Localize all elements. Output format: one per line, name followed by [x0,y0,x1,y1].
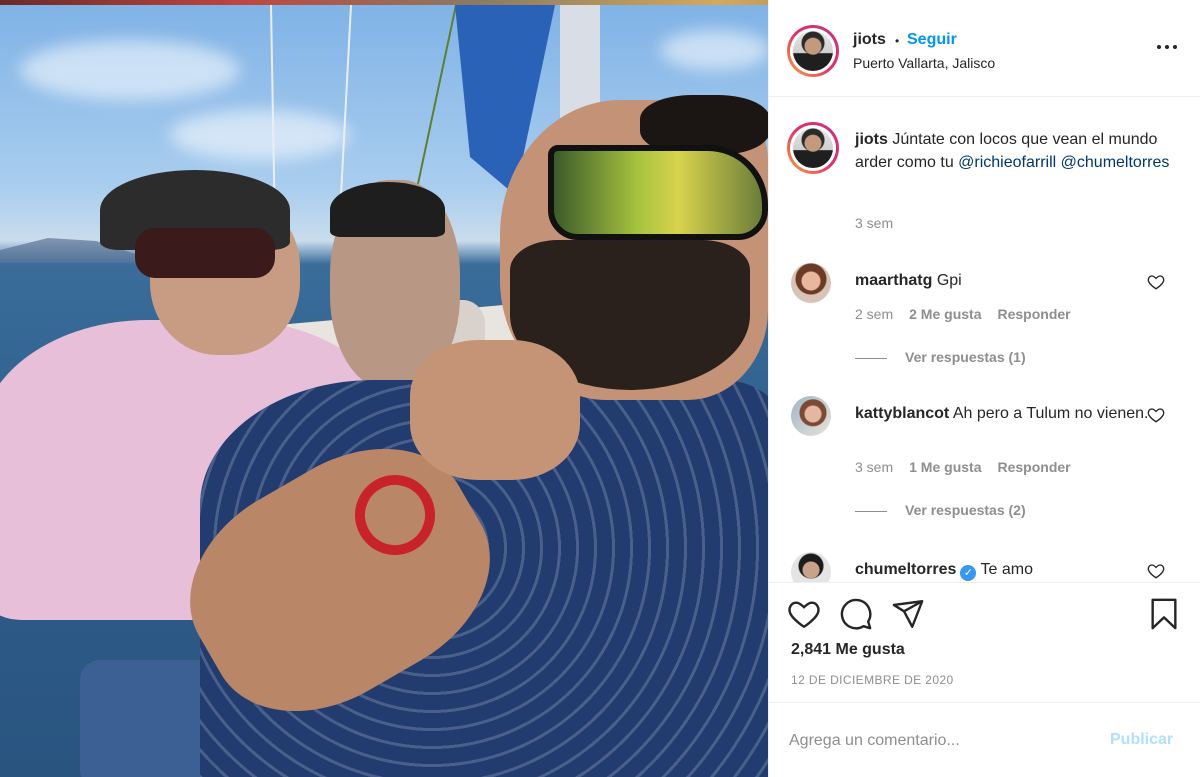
comments-list[interactable]: jiots Júntate con locos que vean el mund… [769,97,1200,582]
post-sidebar: jiots • Seguir Puerto Vallarta, Jalisco … [768,0,1200,777]
comment-time[interactable]: 3 sem [855,459,893,475]
reply-button[interactable]: Responder [997,306,1070,322]
caption-text: jiots Júntate con locos que vean el mund… [855,128,1175,174]
comment-heart-icon[interactable] [1147,562,1165,580]
view-replies-button[interactable]: Ver respuestas (1) [855,349,1026,365]
comment-heart-icon[interactable] [1147,273,1165,291]
comment-heart-icon[interactable] [1147,406,1165,424]
likes-count[interactable]: 2,841 Me gusta [791,641,905,659]
comment-meta: 2 sem 2 Me gusta Responder [855,306,1087,322]
post-actions: 2,841 Me gusta 12 DE DICIEMBRE DE 2020 [769,582,1200,702]
commenter-avatar[interactable] [791,263,831,303]
verified-badge-icon: ✓ [960,565,977,581]
comment-text: Ah pero a Tulum no vienen. [952,405,1149,422]
view-replies-button[interactable]: Ver respuestas (2) [855,502,1026,518]
comment-input[interactable] [789,725,1089,757]
add-comment-bar: Publicar [769,702,1200,777]
comment-likes[interactable]: 2 Me gusta [909,306,981,322]
like-heart-icon[interactable] [787,597,821,631]
post-header: jiots • Seguir Puerto Vallarta, Jalisco [769,0,1200,97]
send-icon[interactable] [891,597,925,631]
comment-bubble-icon[interactable] [839,597,873,631]
author-username[interactable]: jiots [853,31,886,49]
more-options-icon[interactable] [1155,37,1181,57]
mention-richieofarrill[interactable]: @richieofarrill [958,154,1056,171]
commenter-avatar[interactable] [791,552,831,582]
reply-button[interactable]: Responder [997,459,1070,475]
commenter-avatar[interactable] [791,396,831,436]
caption-avatar[interactable] [787,122,839,174]
post-location[interactable]: Puerto Vallarta, Jalisco [853,55,995,71]
commenter-username[interactable]: chumeltorres [855,561,956,578]
post-photo[interactable] [0,0,768,777]
commenter-username[interactable]: kattyblancot [855,405,949,422]
comment-meta: 3 sem 1 Me gusta Responder [855,459,1087,475]
comment-text: Te amo [980,561,1033,578]
caption-username[interactable]: jiots [855,131,888,148]
follow-button[interactable]: Seguir [907,31,957,49]
instagram-post: jiots • Seguir Puerto Vallarta, Jalisco … [0,0,1200,777]
separator-dot: • [895,34,900,48]
caption-time[interactable]: 3 sem [855,215,893,231]
comment-likes[interactable]: 1 Me gusta [909,459,981,475]
comment-text: Gpi [936,272,962,289]
commenter-username[interactable]: maarthatg [855,272,932,289]
mention-chumeltorres[interactable]: @chumeltorres [1061,154,1170,171]
author-avatar[interactable] [787,25,839,77]
post-date[interactable]: 12 DE DICIEMBRE DE 2020 [791,673,954,687]
bookmark-icon[interactable] [1147,597,1181,631]
comment-time[interactable]: 2 sem [855,306,893,322]
publish-button[interactable]: Publicar [1110,731,1173,749]
